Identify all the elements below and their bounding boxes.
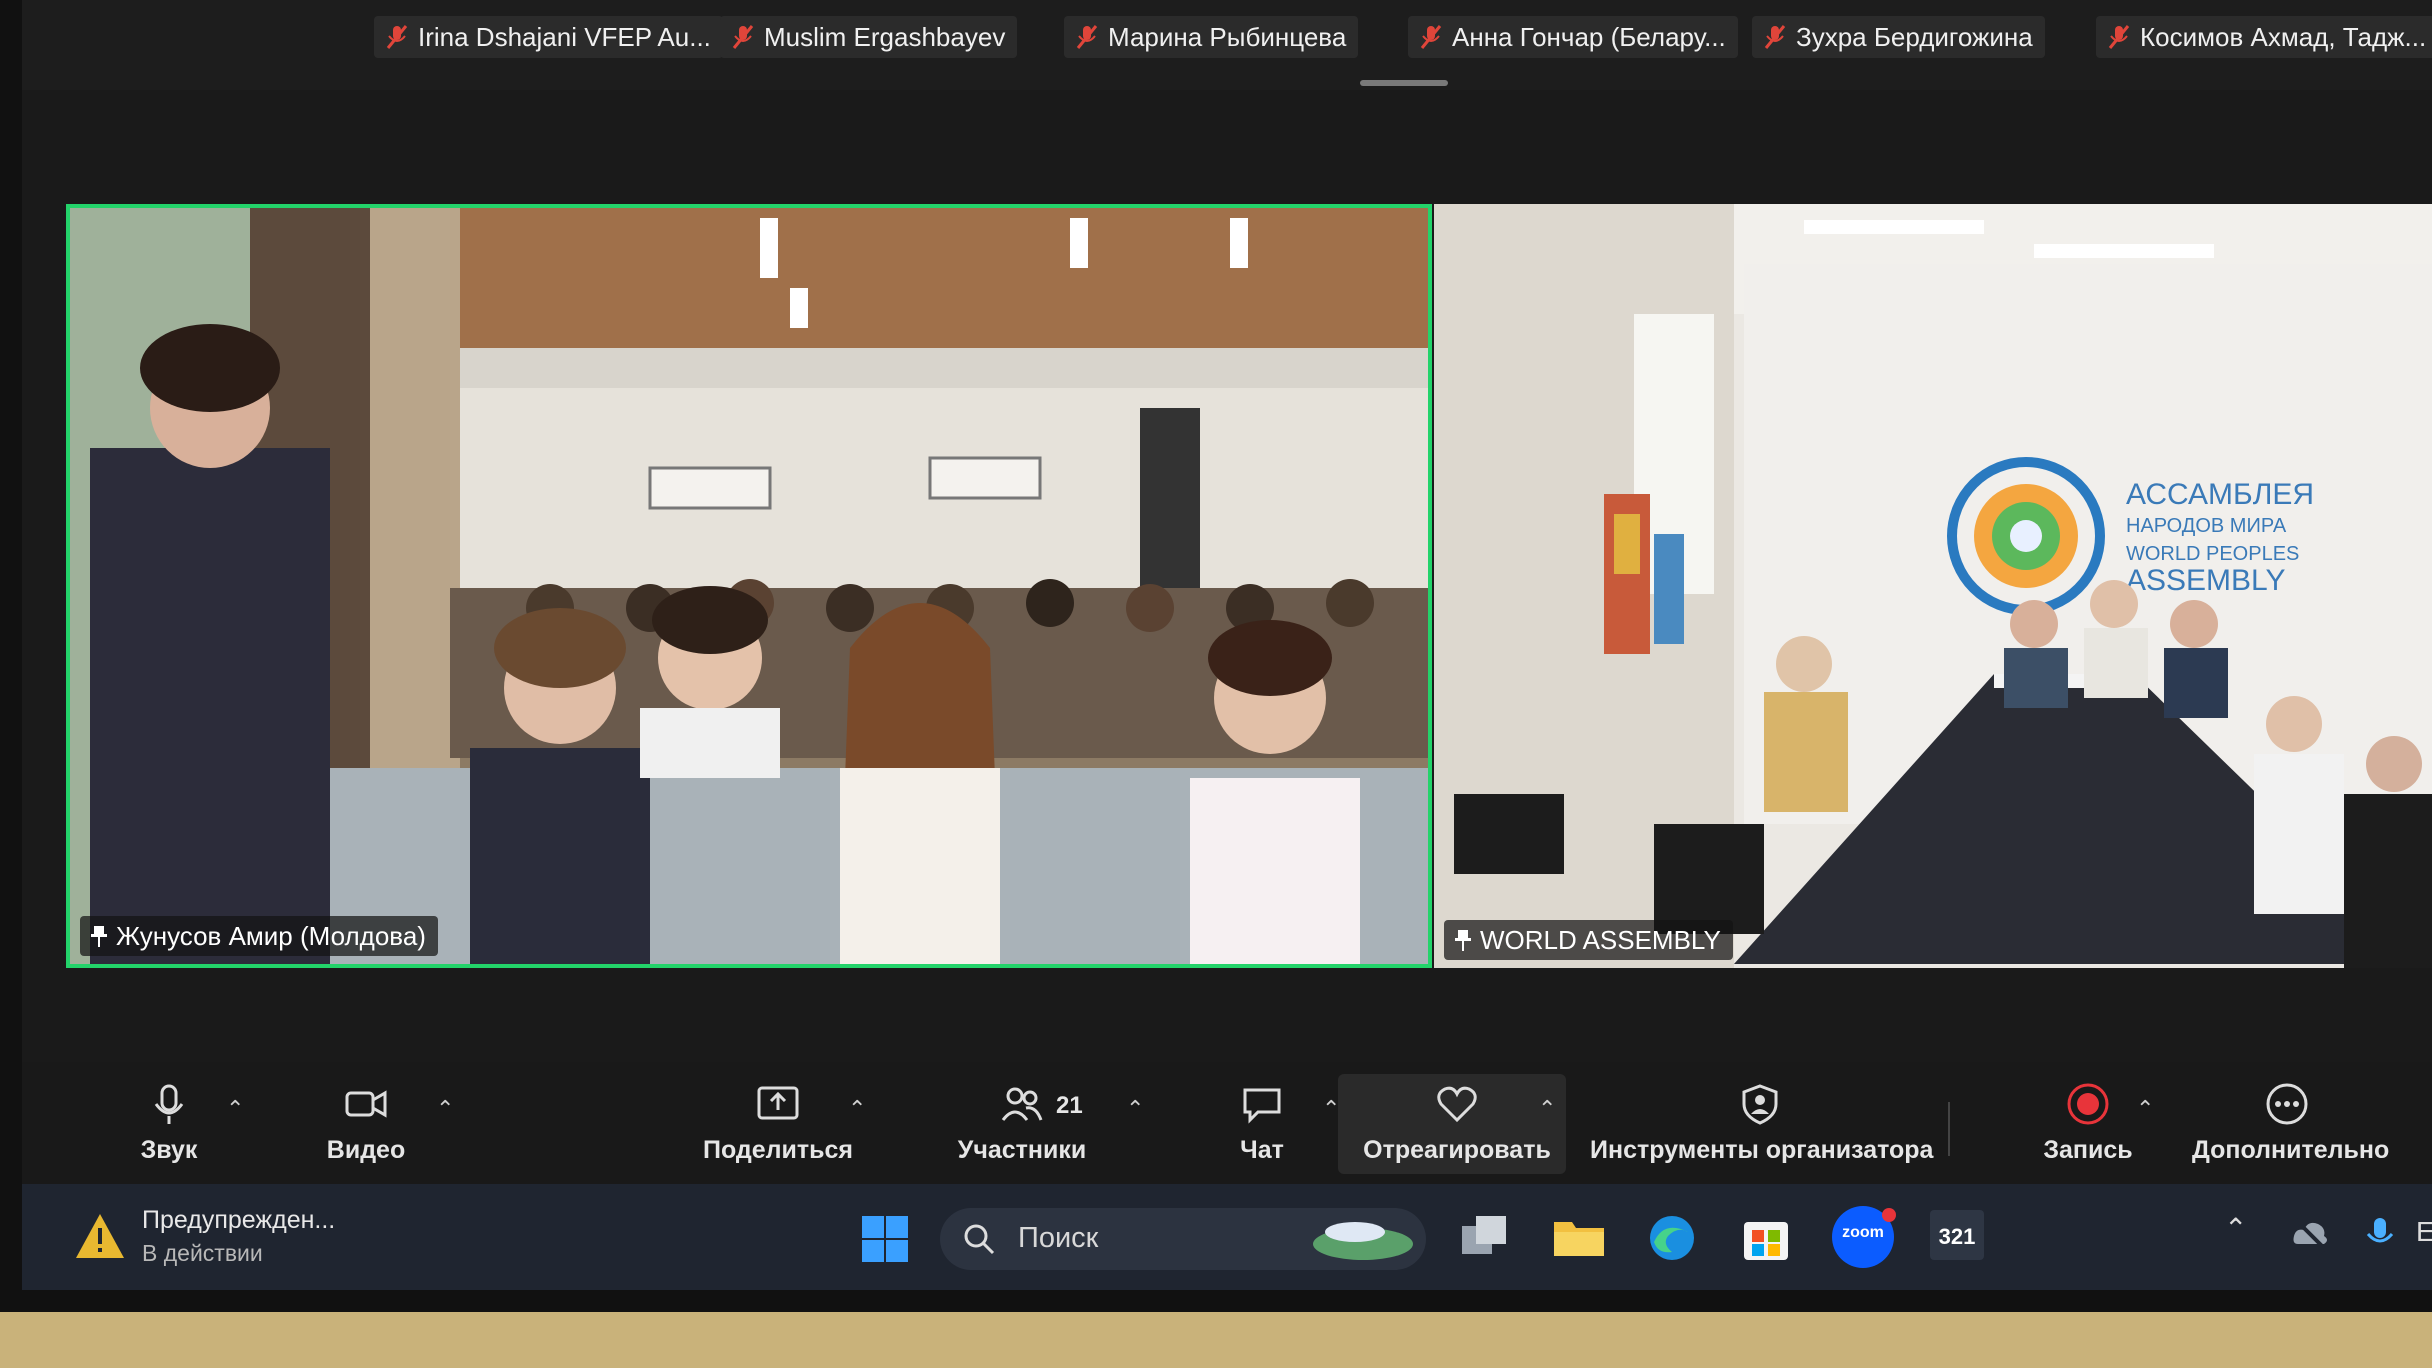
- record-icon: [2067, 1083, 2109, 1125]
- speaker-name: Жунусов Амир (Молдова): [116, 921, 426, 951]
- video-label: Видео: [326, 1136, 406, 1164]
- video-tile-active-speaker[interactable]: Жунусов Амир (Молдова): [66, 204, 1432, 968]
- video-button[interactable]: Видео: [306, 1082, 426, 1165]
- participant-chip[interactable]: Зухра Бердигожина: [1752, 16, 2045, 58]
- audio-button[interactable]: Звук: [114, 1082, 224, 1165]
- more-dots-icon: [2266, 1083, 2308, 1125]
- mic-muted-icon: [732, 25, 754, 49]
- calendar-badge: 321: [1938, 1224, 1976, 1249]
- participant-name: Muslim Ergashbayev: [764, 22, 1006, 52]
- notification-subtitle: В действии: [142, 1240, 263, 1266]
- host-tools-label: Инструменты организатора: [1590, 1136, 1934, 1164]
- banner-line2: НАРОДОВ МИРА: [2126, 515, 2287, 537]
- participant-name: Зухра Бердигожина: [1796, 22, 2033, 52]
- conference-video: АССАМБЛЕЯ НАРОДОВ МИРА WORLD PEOPLES ASS…: [1434, 204, 2432, 968]
- participant-chip[interactable]: Muslim Ergashbayev: [720, 16, 1018, 58]
- share-label: Поделиться: [702, 1136, 854, 1164]
- share-options-chevron-icon[interactable]: ⌃: [848, 1096, 866, 1122]
- participant-name: Анна Гончар (Белару...: [1452, 22, 1726, 52]
- windows-start-icon[interactable]: [860, 1214, 910, 1264]
- task-view-icon[interactable]: [1460, 1214, 1510, 1258]
- file-explorer-icon[interactable]: [1552, 1214, 1606, 1258]
- cloud-offline-icon[interactable]: [2290, 1214, 2330, 1254]
- notification-title[interactable]: Предупрежден...: [142, 1206, 335, 1235]
- tile-name: WORLD ASSEMBLY: [1480, 925, 1721, 955]
- pin-icon: [91, 926, 107, 947]
- edge-browser-icon[interactable]: [1648, 1214, 1696, 1262]
- camera-icon: [345, 1090, 387, 1118]
- mic-muted-icon: [1764, 25, 1786, 49]
- classroom-video: [70, 208, 1428, 964]
- tray-language-indicator[interactable]: E: [2416, 1216, 2432, 1248]
- zoom-app-label: zoom: [1842, 1224, 1884, 1241]
- speaker-name-label: Жунусов Амир (Молдова): [80, 916, 438, 956]
- record-label: Запись: [2043, 1136, 2133, 1164]
- host-tools-button[interactable]: Инструменты организатора: [1590, 1082, 1934, 1165]
- record-options-chevron-icon[interactable]: ⌃: [2136, 1096, 2154, 1122]
- participant-chip[interactable]: Анна Гончар (Белару...: [1408, 16, 1738, 58]
- react-options-chevron-icon[interactable]: ⌃: [1538, 1096, 1556, 1122]
- react-button[interactable]: Отреагировать: [1362, 1082, 1552, 1165]
- shield-icon: [1742, 1084, 1778, 1125]
- participants-options-chevron-icon[interactable]: ⌃: [1126, 1096, 1144, 1122]
- microsoft-store-icon[interactable]: [1742, 1214, 1790, 1262]
- participant-chip[interactable]: Косимов Ахмад, Тадж...: [2096, 16, 2432, 58]
- strip-drag-handle[interactable]: [1360, 80, 1448, 86]
- taskbar-search-input[interactable]: Поиск: [940, 1208, 1426, 1270]
- toolbar-divider: [1948, 1102, 1950, 1156]
- more-label: Дополнительно: [2192, 1136, 2390, 1164]
- warning-icon[interactable]: [74, 1212, 126, 1260]
- participants-label: Участники: [957, 1136, 1087, 1164]
- search-placeholder: Поиск: [1018, 1222, 1099, 1254]
- video-tile-world-assembly[interactable]: АССАМБЛЕЯ НАРОДОВ МИРА WORLD PEOPLES ASS…: [1434, 204, 2432, 968]
- mic-tray-icon[interactable]: [2360, 1214, 2400, 1254]
- search-highlight-icon: [1313, 1222, 1413, 1260]
- microphone-icon: [154, 1084, 184, 1124]
- react-label: Отреагировать: [1363, 1136, 1551, 1164]
- banner-line3: WORLD PEOPLES: [2126, 543, 2299, 565]
- banner-line4: ASSEMBLY: [2126, 564, 2286, 597]
- chat-bubble-icon: [1243, 1088, 1281, 1124]
- zoom-app-icon[interactable]: zoom: [1832, 1206, 1896, 1268]
- mic-muted-icon: [2108, 25, 2130, 49]
- calendar-app-icon[interactable]: 321: [1930, 1210, 1984, 1260]
- chat-label: Чат: [1240, 1136, 1284, 1164]
- participant-name: Марина Рыбинцева: [1108, 22, 1347, 52]
- notification-badge: [1882, 1208, 1896, 1222]
- video-options-chevron-icon[interactable]: ⌃: [436, 1096, 454, 1122]
- mic-muted-icon: [1420, 25, 1442, 49]
- record-button[interactable]: Запись: [2038, 1082, 2138, 1165]
- participant-chip[interactable]: Марина Рыбинцева: [1064, 16, 1359, 58]
- meeting-toolbar: Звук ⌃ Видео ⌃ Поделиться ⌃ Участники 21…: [22, 1062, 2432, 1184]
- search-icon: [964, 1224, 995, 1255]
- pin-icon: [1455, 930, 1471, 951]
- tray-overflow-chevron-icon[interactable]: ⌃: [2224, 1212, 2247, 1245]
- share-button[interactable]: Поделиться: [698, 1082, 858, 1165]
- participants-count: 21: [1056, 1092, 1083, 1119]
- participant-name: Irina Dshajani VFEP Au...: [418, 22, 711, 52]
- participant-chip[interactable]: Irina Dshajani VFEP Au...: [374, 16, 723, 58]
- heart-icon: [1437, 1086, 1477, 1123]
- participants-icon: [1001, 1087, 1043, 1121]
- tile-name-label: WORLD ASSEMBLY: [1444, 920, 1733, 960]
- mic-muted-icon: [1076, 25, 1098, 49]
- banner-line1: АССАМБЛЕЯ: [2126, 478, 2314, 511]
- audio-options-chevron-icon[interactable]: ⌃: [226, 1096, 244, 1122]
- share-screen-icon: [757, 1086, 799, 1120]
- participant-name: Косимов Ахмад, Тадж...: [2140, 22, 2427, 52]
- more-button[interactable]: Дополнительно: [2192, 1082, 2390, 1165]
- audio-label: Звук: [140, 1136, 198, 1164]
- mic-muted-icon: [386, 25, 408, 49]
- participant-strip: Irina Dshajani VFEP Au... Muslim Ergashb…: [22, 0, 2432, 90]
- zoom-screen: Irina Dshajani VFEP Au... Muslim Ergashb…: [22, 0, 2432, 1290]
- chat-button[interactable]: Чат: [1212, 1082, 1312, 1165]
- windows-taskbar: Предупрежден... В действии Поиск zoom 32…: [22, 1184, 2432, 1290]
